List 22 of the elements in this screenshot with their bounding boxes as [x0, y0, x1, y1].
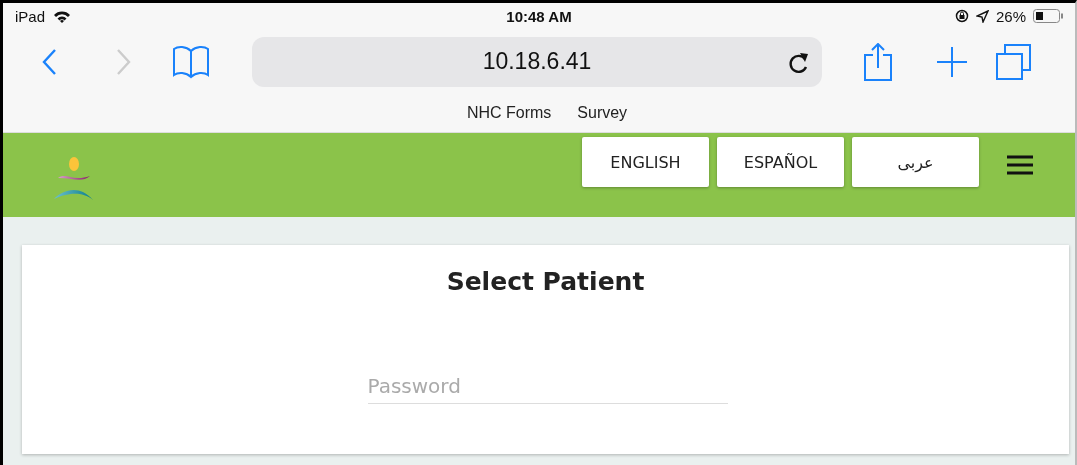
card-title: Select Patient: [445, 267, 646, 296]
reload-icon[interactable]: [788, 50, 810, 75]
menu-icon[interactable]: [1007, 155, 1033, 175]
address-bar[interactable]: 10.18.6.41: [252, 36, 822, 87]
url-text: 10.18.6.41: [482, 48, 592, 75]
battery-icon: [1033, 9, 1063, 23]
share-icon[interactable]: [864, 42, 892, 81]
wifi-icon: [53, 9, 72, 23]
language-button[interactable]: عربى: [852, 137, 979, 187]
bookmark-link[interactable]: NHC Forms: [466, 104, 552, 122]
bookmark-link[interactable]: Survey: [577, 104, 628, 122]
rotation-lock-icon: [954, 9, 969, 23]
tabs-icon[interactable]: [996, 43, 1032, 80]
language-button[interactable]: ENGLISH: [582, 137, 709, 187]
battery-percent: 26%: [995, 7, 1026, 25]
location-arrow-icon: [975, 9, 989, 23]
book-icon[interactable]: [172, 44, 210, 79]
language-button[interactable]: ESPAÑOL: [717, 137, 844, 187]
back-icon[interactable]: [41, 47, 59, 76]
clock: 10:48 AM: [506, 7, 572, 25]
device-name: iPad: [15, 7, 46, 25]
plus-icon[interactable]: [936, 45, 968, 78]
